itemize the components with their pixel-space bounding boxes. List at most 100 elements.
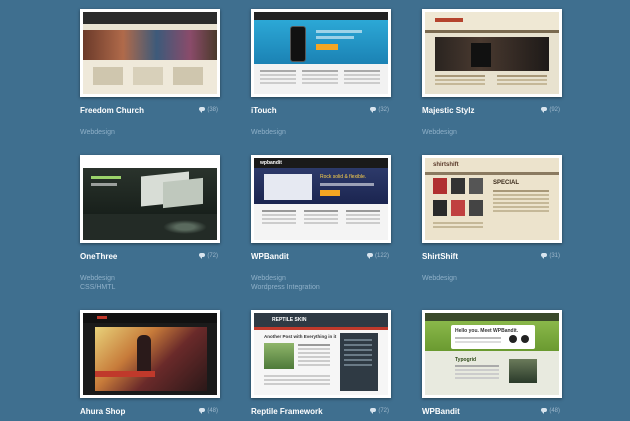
thumbnail-majestic-stylz[interactable] <box>422 9 562 97</box>
tag-link[interactable]: CSS/HMTL <box>80 283 220 292</box>
portfolio-item: iTouch (32) Webdesign <box>251 9 391 137</box>
text-column <box>262 210 296 212</box>
comment-count[interactable]: (32) <box>370 107 389 113</box>
item-meta: iTouch (32) <box>251 106 391 120</box>
shirt-image <box>469 200 483 216</box>
model-image <box>137 335 151 375</box>
tag-link[interactable]: Webdesign <box>80 128 220 137</box>
comment-count[interactable]: (48) <box>541 408 560 414</box>
comment-count[interactable]: (31) <box>541 253 560 259</box>
comment-count[interactable]: (72) <box>199 253 218 259</box>
comment-bubble-icon <box>366 253 373 259</box>
thumbnail-wpbandit-2[interactable]: Hello you. Meet WPBandit. Typogrid <box>422 310 562 398</box>
comment-count[interactable]: (92) <box>541 107 560 113</box>
item-tags: Webdesign <box>422 274 562 283</box>
content-block <box>133 67 163 85</box>
nav-band <box>425 172 559 175</box>
thumbnail-wpbandit[interactable]: wpbandit Rock solid & flexible. <box>251 155 391 243</box>
phone-image <box>290 26 306 62</box>
header-band <box>254 12 388 20</box>
text-column <box>346 210 380 212</box>
thumbnail-reptile-framework[interactable]: REPTILE SKIN Another Post with Everythin… <box>251 310 391 398</box>
comment-count-value: (32) <box>378 107 389 113</box>
comment-count[interactable]: (38) <box>199 107 218 113</box>
comment-count-value: (92) <box>549 107 560 113</box>
portfolio-item: Ahura Shop (48) <box>80 310 220 421</box>
thumbnail-shirtshift[interactable]: shirtshift SPECIAL <box>422 155 562 243</box>
item-meta: Majestic Stylz (92) <box>422 106 562 120</box>
item-title[interactable]: ShirtShift <box>422 252 458 261</box>
text-column <box>344 70 380 72</box>
tag-link[interactable]: Wordpress Integration <box>251 283 391 292</box>
shirt-image <box>451 178 465 194</box>
item-title[interactable]: WPBandit <box>251 252 289 261</box>
text-lines <box>493 190 549 192</box>
screenshot-image <box>163 177 203 209</box>
comment-bubble-icon <box>199 408 206 414</box>
post-image <box>264 343 294 369</box>
text-lines <box>298 344 330 346</box>
item-meta: Ahura Shop (48) <box>80 407 220 421</box>
screenshot-image <box>264 174 312 200</box>
sidebar-lines <box>344 339 372 341</box>
comment-bubble-icon <box>541 408 548 414</box>
item-title[interactable]: Freedom Church <box>80 106 144 115</box>
item-meta: Freedom Church (38) <box>80 106 220 120</box>
comment-count[interactable]: (122) <box>366 253 389 259</box>
tag-link[interactable]: Webdesign <box>422 128 562 137</box>
thumb-logo: REPTILE SKIN <box>272 317 307 323</box>
text-line <box>91 183 117 186</box>
thumbnail-onethree[interactable] <box>80 155 220 243</box>
thumbnail-ahura-shop[interactable] <box>80 310 220 398</box>
item-title[interactable]: Majestic Stylz <box>422 106 474 115</box>
item-tags: Webdesign Wordpress Integration <box>251 274 391 292</box>
comment-count-value: (48) <box>207 408 218 414</box>
thumb-special: SPECIAL <box>493 180 520 186</box>
thumb-heading: Another Post with Everything in it <box>264 334 337 339</box>
item-meta: WPBandit (48) <box>422 407 562 421</box>
shirt-image <box>433 178 447 194</box>
tag-link[interactable]: Webdesign <box>422 274 562 283</box>
comment-count-value: (122) <box>374 253 389 259</box>
shirt-image <box>433 200 447 216</box>
thumb-typogrid: Typogrid <box>455 357 477 363</box>
text-lines <box>433 222 483 224</box>
hero-photo <box>95 327 207 391</box>
header-band <box>425 313 559 321</box>
comment-bubble-icon <box>199 107 206 113</box>
item-tags: Webdesign <box>422 128 562 137</box>
thumb-tagline: Rock solid & flexible. <box>320 174 367 180</box>
item-tags: Webdesign <box>80 128 220 137</box>
item-meta: Reptile Framework (72) <box>251 407 391 421</box>
text-lines <box>455 365 499 367</box>
comment-count[interactable]: (48) <box>199 408 218 414</box>
product-image <box>471 43 491 67</box>
tag-link[interactable]: Webdesign <box>251 128 391 137</box>
comment-count[interactable]: (72) <box>370 408 389 414</box>
header-band <box>83 158 217 168</box>
tag-link[interactable]: Webdesign <box>251 274 391 283</box>
text-line <box>91 176 121 179</box>
comment-count-value: (72) <box>378 408 389 414</box>
thumbnail-freedom-church[interactable] <box>80 9 220 97</box>
item-title[interactable]: iTouch <box>251 106 277 115</box>
header-band <box>83 12 217 24</box>
portfolio-item: Freedom Church (38) Webdesign <box>80 9 220 137</box>
comment-bubble-icon <box>541 107 548 113</box>
text-lines <box>435 75 485 77</box>
portfolio-item: shirtshift SPECIAL ShirtShift (31) Webde… <box>422 155 562 283</box>
text-line <box>316 36 354 39</box>
thumb-logo: wpbandit <box>260 160 282 166</box>
tag-link[interactable]: Webdesign <box>80 274 220 283</box>
thumbnail-itouch[interactable] <box>251 9 391 97</box>
comment-count-value: (38) <box>207 107 218 113</box>
text-lines <box>264 375 330 377</box>
item-meta: ShirtShift (31) <box>422 252 562 266</box>
text-column <box>304 210 338 212</box>
portfolio-item: OneThree (72) Webdesign CSS/HMTL <box>80 155 220 292</box>
text-column <box>302 70 338 72</box>
item-meta: WPBandit (122) <box>251 252 391 266</box>
hero-photo <box>435 37 549 71</box>
text-lines <box>455 337 501 339</box>
item-title[interactable]: OneThree <box>80 252 117 261</box>
